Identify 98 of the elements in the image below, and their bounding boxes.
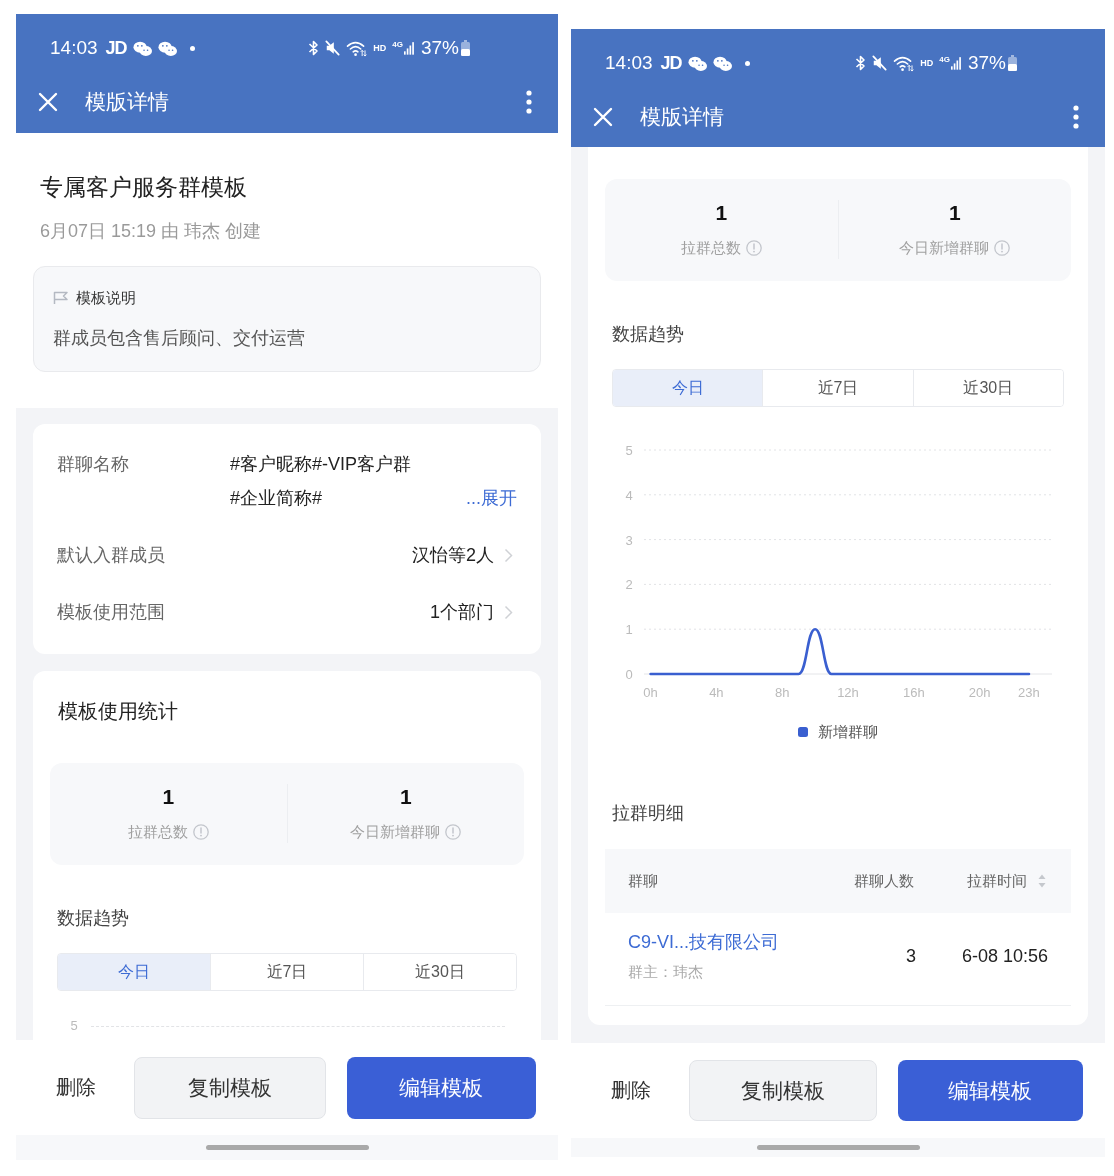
info-icon[interactable] <box>445 824 462 840</box>
signal-icon <box>950 56 961 70</box>
note-label: 模板说明 <box>76 288 136 308</box>
y-axis-label: 5 <box>69 1018 79 1034</box>
column-header: 群聊人数 <box>854 871 914 891</box>
wifi-icon <box>893 54 915 72</box>
copy-button[interactable]: 复制模板 <box>134 1056 326 1119</box>
template-meta: 6月07日 15:19 由 玮杰 创建 <box>40 220 263 243</box>
range-tab[interactable]: 近30日 <box>363 954 516 990</box>
network-type-label: 4G <box>392 40 403 49</box>
network-type-label: 4G <box>939 55 950 64</box>
page-title: 模版详情 <box>85 89 169 115</box>
stat-value: 1 <box>162 784 175 810</box>
section-title: 拉群明细 <box>611 802 685 825</box>
legend-label: 新增群聊 <box>818 722 878 742</box>
sort-icon[interactable] <box>1038 874 1046 888</box>
info-icon[interactable] <box>745 240 762 256</box>
y-axis-label: 5 <box>625 443 633 458</box>
hd-label: HD <box>920 58 934 68</box>
x-axis-label: 4h <box>709 685 724 700</box>
field-value: 1个部门 <box>430 601 494 624</box>
battery-icon <box>1008 55 1017 71</box>
template-title: 专属客户服务群模板 <box>40 173 248 202</box>
x-axis-label: 20h <box>968 685 991 700</box>
delete-button[interactable]: 删除 <box>56 1074 96 1101</box>
x-axis-label: 16h <box>902 685 925 700</box>
y-axis-label: 2 <box>625 577 633 593</box>
status-time: 14:03 <box>605 52 653 74</box>
section-title: 数据趋势 <box>56 907 130 930</box>
bluetooth-icon <box>308 40 320 56</box>
chat-bubbles-icon <box>132 40 152 56</box>
copy-button[interactable]: 复制模板 <box>689 1060 877 1121</box>
status-time: 14:03 <box>50 37 98 59</box>
x-axis-label: 12h <box>837 685 859 700</box>
status-app-label: JD <box>660 52 682 74</box>
chat-bubbles-icon <box>712 55 732 71</box>
stat-value: 1 <box>715 200 728 226</box>
edit-button[interactable]: 编辑模板 <box>346 1056 536 1119</box>
hd-label: HD <box>373 43 387 53</box>
stat-value: 1 <box>948 200 961 226</box>
x-axis-label: 8h <box>774 685 790 700</box>
page-title: 模版详情 <box>640 104 724 130</box>
mute-icon <box>325 40 341 56</box>
x-axis-label: 0h <box>643 685 658 700</box>
field-label: 模板使用范围 <box>57 601 166 624</box>
column-header: 拉群时间 <box>967 871 1027 891</box>
section-title: 数据趋势 <box>611 323 685 346</box>
group-name-link[interactable]: C9-VI...技有限公司 <box>628 929 779 955</box>
chevron-right-icon[interactable] <box>504 547 513 563</box>
battery-icon <box>461 40 470 56</box>
edit-button[interactable]: 编辑模板 <box>897 1060 1083 1121</box>
close-icon[interactable] <box>593 107 613 127</box>
range-tab[interactable]: 今日 <box>58 954 210 990</box>
created-time: 6-08 10:56 <box>961 945 1048 968</box>
more-options-icon[interactable] <box>526 90 532 114</box>
bluetooth-icon <box>855 55 867 71</box>
group-owner: 群主：玮杰 <box>628 962 703 982</box>
range-tab[interactable]: 近30日 <box>912 370 1063 406</box>
field-value: #客户昵称#-VIP客户群 <box>230 453 412 476</box>
x-axis-label: 23h <box>1018 685 1040 700</box>
battery-percent: 37% <box>967 52 1006 74</box>
y-axis-label: 4 <box>625 487 633 503</box>
home-indicator[interactable] <box>756 1145 920 1150</box>
stat-label: 今日新增群聊 <box>899 238 990 258</box>
home-indicator[interactable] <box>205 1145 369 1150</box>
wifi-icon <box>346 39 368 57</box>
y-axis-label: 1 <box>625 622 633 638</box>
dot-icon <box>744 60 750 66</box>
battery-percent: 37% <box>420 37 459 59</box>
more-options-icon[interactable] <box>1073 105 1079 129</box>
info-icon[interactable] <box>192 824 209 840</box>
chat-bubbles-icon <box>157 40 177 56</box>
info-icon[interactable] <box>994 240 1011 256</box>
field-value: 汉怡等2人 <box>412 544 494 567</box>
expand-link[interactable]: ...展开 <box>466 485 517 511</box>
y-axis-label: 3 <box>625 532 633 548</box>
column-header: 群聊 <box>628 871 658 891</box>
stat-label: 拉群总数 <box>680 238 741 258</box>
close-icon[interactable] <box>38 92 58 112</box>
note-text: 群成员包含售后顾问、交付运营 <box>53 327 306 350</box>
member-count: 3 <box>906 945 916 968</box>
chat-bubbles-icon <box>687 55 707 71</box>
stat-label: 今日新增群聊 <box>350 822 441 842</box>
card-title: 模板使用统计 <box>57 699 179 724</box>
field-label: 默认入群成员 <box>57 544 166 567</box>
field-label: 群聊名称 <box>57 453 130 476</box>
flag-icon <box>53 291 69 305</box>
chevron-right-icon[interactable] <box>504 604 513 620</box>
y-axis-label: 0 <box>625 667 633 682</box>
delete-button[interactable]: 删除 <box>611 1077 651 1104</box>
stat-label: 拉群总数 <box>127 822 188 842</box>
mute-icon <box>872 55 888 71</box>
range-tab[interactable]: 今日 <box>613 370 763 406</box>
status-app-label: JD <box>105 37 127 59</box>
signal-icon <box>403 41 414 55</box>
dot-icon <box>189 45 195 51</box>
field-value: #企业简称# <box>230 487 323 510</box>
stat-value: 1 <box>399 784 412 810</box>
